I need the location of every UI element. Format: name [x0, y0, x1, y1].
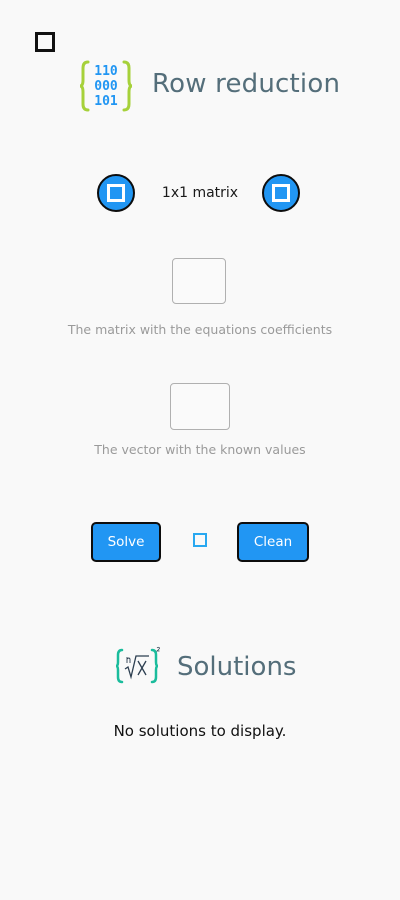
solutions-title: Solutions	[177, 652, 297, 682]
icon-digits-row-1: 110	[94, 64, 118, 79]
icon-digits-row-2: 000	[94, 79, 118, 94]
solve-button[interactable]: Solve	[91, 522, 161, 562]
header: 110 000 101 Row reduction	[0, 58, 400, 118]
vector-caption: The vector with the known values	[94, 442, 306, 457]
page: 110 000 101 Row reduction 1x1 matrix The…	[0, 0, 400, 900]
matrix-coefficient-input[interactable]	[172, 258, 226, 304]
square-icon	[193, 533, 207, 547]
matrix-size-label: 1x1 matrix	[161, 185, 239, 201]
increase-size-button[interactable]	[262, 174, 300, 212]
page-title: Row reduction	[152, 69, 341, 99]
matrix-caption: The matrix with the equations coefficien…	[67, 322, 333, 337]
clean-button[interactable]: Clean	[237, 522, 309, 562]
root-formula-icon	[116, 646, 160, 684]
menu-square-icon[interactable]	[35, 32, 55, 52]
binary-matrix-icon: 110 000 101	[80, 60, 132, 112]
matrix-size-stepper: 1x1 matrix	[0, 174, 400, 214]
icon-digits-row-3: 101	[94, 94, 118, 109]
solutions-empty-message: No solutions to display.	[113, 722, 287, 740]
vector-known-value-input[interactable]	[170, 383, 230, 430]
square-icon	[272, 184, 290, 202]
